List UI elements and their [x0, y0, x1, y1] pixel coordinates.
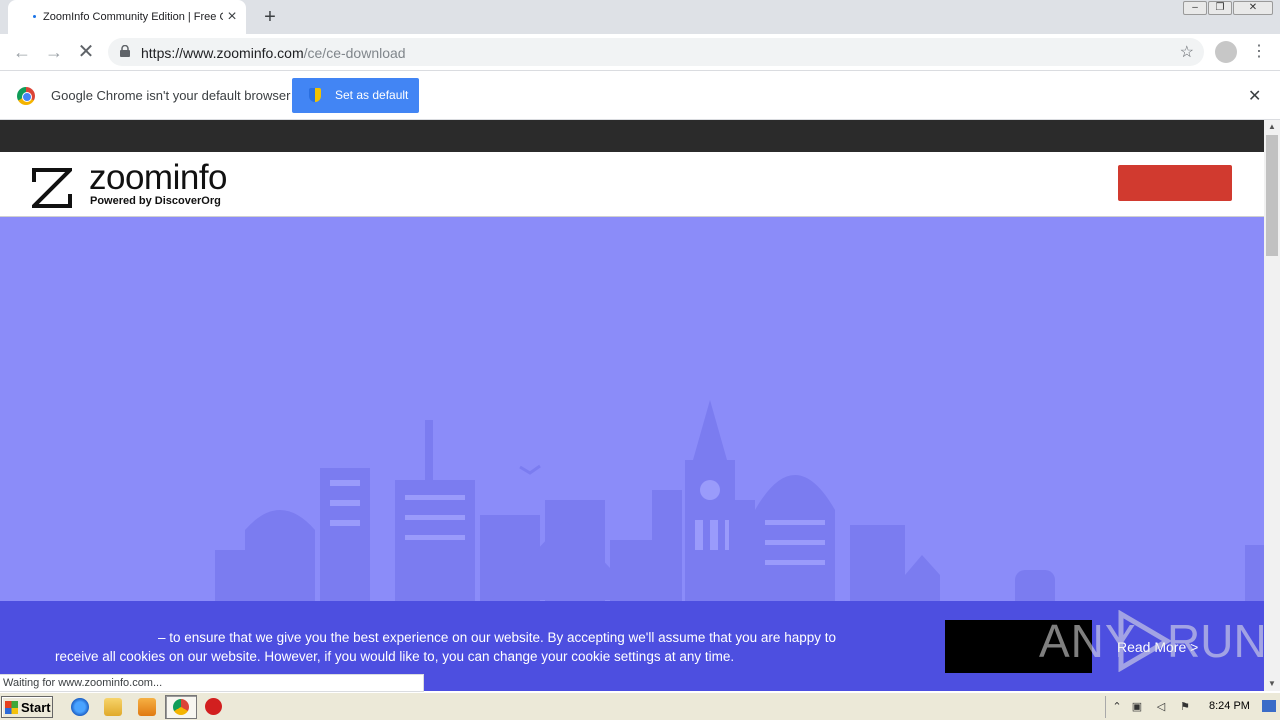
bookmark-star-icon[interactable]: ☆ [1180, 42, 1194, 62]
browser-toolbar: ← → ✕ https://www.zoominfo.com/ce/ce-dow… [0, 34, 1280, 71]
media-player-icon[interactable] [138, 698, 156, 716]
status-bubble: Waiting for www.zoominfo.com... [0, 674, 424, 692]
lock-icon [120, 45, 130, 57]
city-skyline-illustration [215, 400, 1264, 630]
new-tab-button[interactable]: + [259, 6, 281, 28]
windows-taskbar: Start ⌃ ▣ ◁ ⚑ 8:24 PM [0, 692, 1280, 720]
chrome-taskbar-button[interactable] [165, 695, 197, 719]
infobar-message: Google Chrome isn't your default browser [51, 88, 291, 103]
forward-button[interactable]: → [42, 40, 66, 64]
tab-zoominfo[interactable]: ZoomInfo Community Edition | Free Contac… [8, 0, 246, 34]
internet-explorer-icon[interactable] [71, 698, 89, 716]
set-as-default-label: Set as default [335, 88, 409, 102]
system-tray: ⌃ ▣ ◁ ⚑ 8:24 PM [1105, 696, 1279, 718]
page-viewport: zoominfo Powered by DiscoverOrg – to ens… [0, 120, 1264, 691]
file-explorer-icon[interactable] [104, 698, 122, 716]
default-browser-infobar: Google Chrome isn't your default browser… [0, 71, 1280, 120]
chrome-icon [173, 699, 189, 715]
play-triangle-icon [1118, 610, 1172, 672]
vertical-scrollbar[interactable]: ▲ ▼ [1264, 120, 1280, 691]
top-dark-bar [0, 120, 1264, 152]
uac-shield-icon [309, 88, 321, 102]
logo-wordmark[interactable]: zoominfo [89, 158, 228, 198]
profile-avatar[interactable] [1215, 41, 1237, 63]
clock[interactable]: 8:24 PM [1209, 700, 1250, 712]
start-button[interactable]: Start [1, 696, 53, 718]
zoominfo-logo-icon[interactable] [32, 168, 72, 208]
stop-loading-button[interactable]: ✕ [74, 40, 98, 64]
anyrun-watermark: ANY RUN [1037, 608, 1267, 674]
show-desktop-icon[interactable] [1262, 700, 1276, 712]
tab-title: ZoomInfo Community Edition | Free Contac… [43, 11, 223, 23]
tab-close-icon[interactable]: × [223, 8, 241, 26]
volume-icon[interactable]: ◁ [1154, 700, 1168, 714]
minimize-button[interactable]: – [1183, 1, 1207, 15]
tab-strip: ZoomInfo Community Edition | Free Contac… [0, 0, 1280, 34]
close-window-button[interactable]: ✕ [1233, 1, 1273, 15]
set-as-default-button[interactable]: Set as default [292, 78, 419, 113]
infobar-close-icon[interactable]: ✕ [1248, 86, 1261, 106]
show-hidden-icons-icon[interactable]: ⌃ [1110, 700, 1124, 714]
scroll-up-arrow-icon[interactable]: ▲ [1264, 120, 1280, 134]
network-icon[interactable]: ▣ [1130, 700, 1144, 714]
url-text: https://www.zoominfo.com/ce/ce-download [141, 45, 406, 61]
logo-subtitle: Powered by DiscoverOrg [90, 195, 221, 207]
cookie-text: – to ensure that we give you the best ex… [55, 630, 836, 664]
chrome-menu-icon[interactable]: ⋮ [1249, 40, 1269, 64]
action-center-flag-icon[interactable]: ⚑ [1178, 700, 1192, 714]
restore-button[interactable]: ❐ [1208, 1, 1232, 15]
scroll-down-arrow-icon[interactable]: ▼ [1264, 677, 1280, 691]
loading-dot-icon [33, 15, 36, 18]
windows-logo-icon [5, 701, 18, 714]
site-header: zoominfo Powered by DiscoverOrg [0, 152, 1264, 217]
header-cta-button[interactable] [1118, 165, 1232, 201]
scrollbar-thumb[interactable] [1266, 135, 1278, 256]
chrome-logo-icon [17, 87, 35, 105]
back-button[interactable]: ← [10, 40, 34, 64]
address-bar[interactable]: https://www.zoominfo.com/ce/ce-download … [108, 38, 1204, 66]
antivirus-icon[interactable] [205, 698, 222, 715]
